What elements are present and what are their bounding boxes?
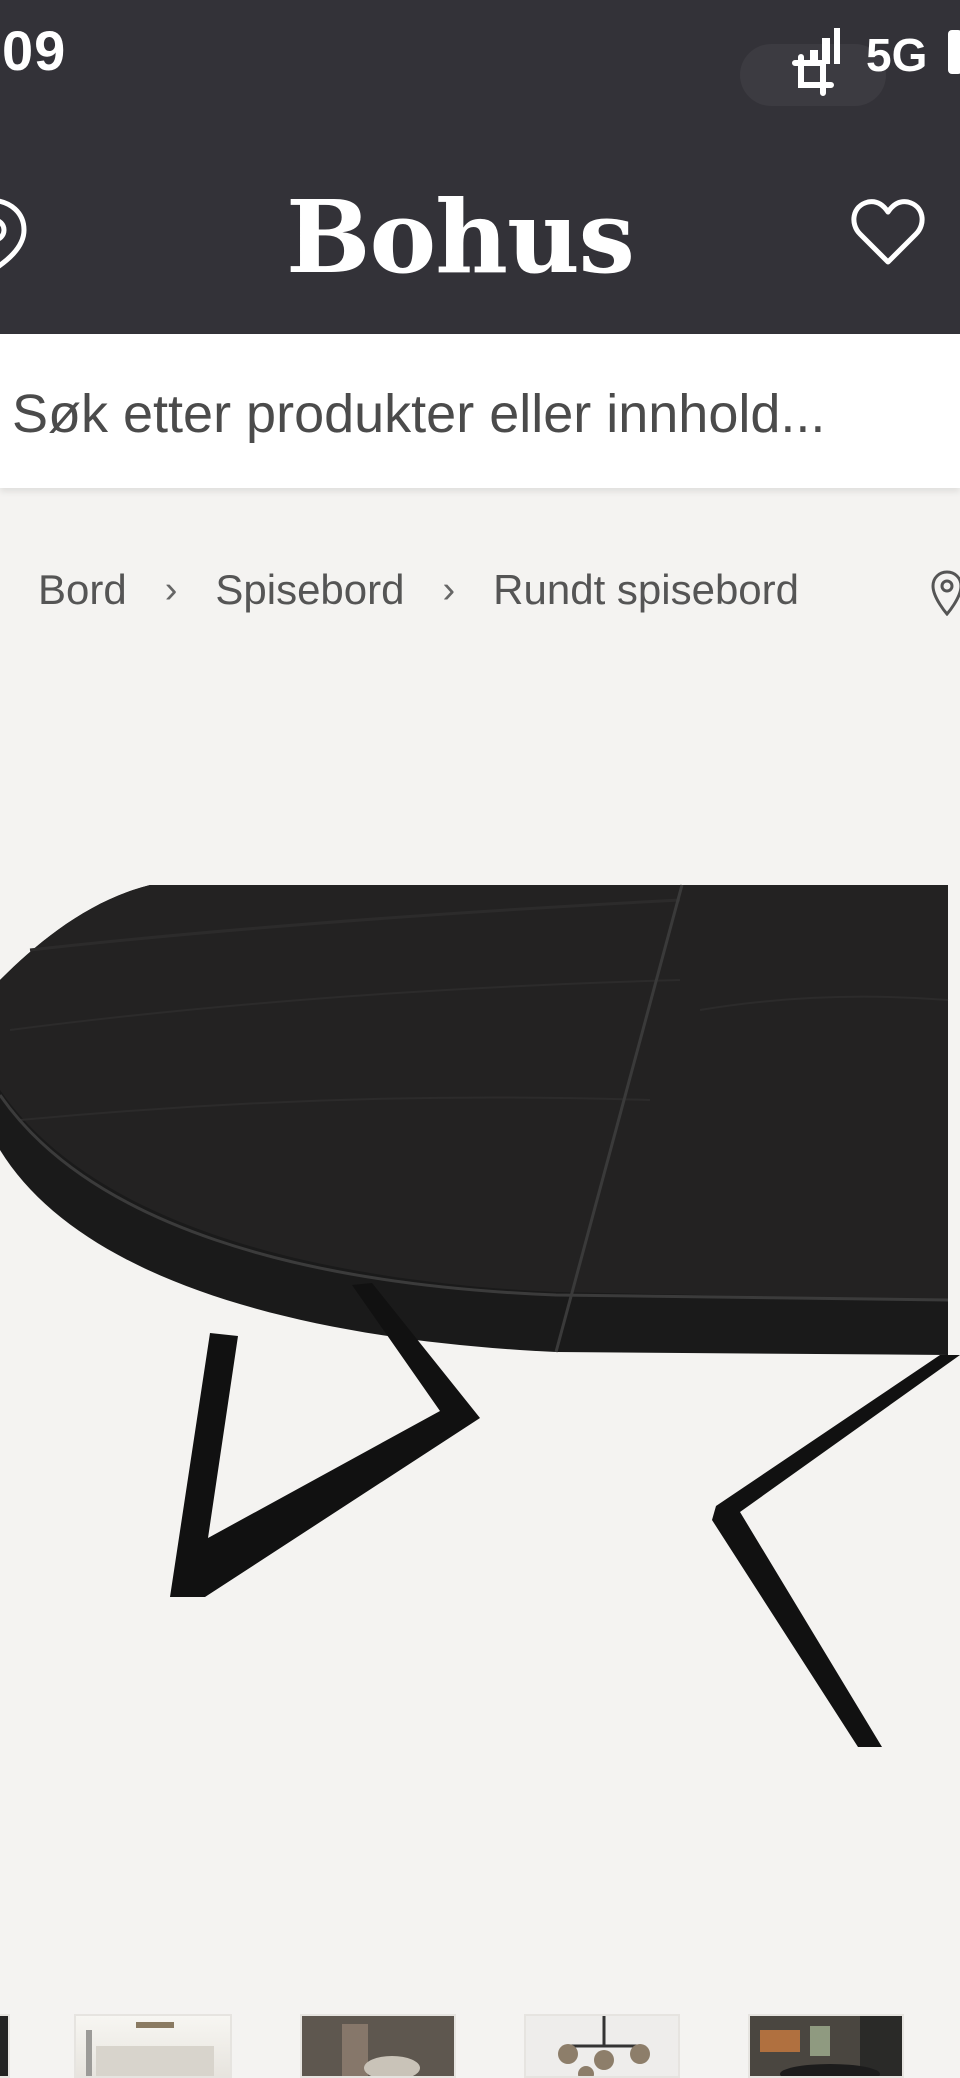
thumbnail-image xyxy=(558,2016,650,2076)
search-input[interactable] xyxy=(12,374,952,454)
gallery-thumbnail[interactable] xyxy=(300,2014,456,2078)
gallery-thumbnail[interactable] xyxy=(74,2014,232,2078)
breadcrumb: Bord › Spisebord › Rundt spisebord xyxy=(38,560,799,620)
chevron-right-icon: › xyxy=(164,568,178,611)
status-time: 09 xyxy=(2,19,67,82)
thumbnail-image xyxy=(750,2016,902,2076)
gallery-thumbnail[interactable] xyxy=(524,2014,680,2078)
search-bar xyxy=(0,334,960,488)
breadcrumb-item-rundt-spisebord[interactable]: Rundt spisebord xyxy=(493,566,799,614)
battery-icon xyxy=(948,30,960,74)
signal-icon xyxy=(810,28,840,64)
breadcrumb-item-spisebord[interactable]: Spisebord xyxy=(215,566,404,614)
gallery-thumbnail[interactable] xyxy=(748,2014,904,2078)
product-image[interactable] xyxy=(0,860,960,1760)
gallery-thumbnail[interactable] xyxy=(0,2014,10,2078)
app-header: 09 5G Bohus xyxy=(0,0,960,334)
brand-logo[interactable]: Bohus xyxy=(0,178,920,296)
breadcrumb-item-bord[interactable]: Bord xyxy=(38,566,127,614)
thumbnail-image xyxy=(86,2022,214,2076)
network-label: 5G xyxy=(866,29,928,81)
chevron-right-icon: › xyxy=(442,568,456,611)
heart-icon[interactable] xyxy=(850,196,926,268)
thumbnail-image xyxy=(302,2016,454,2076)
store-location-icon[interactable] xyxy=(930,570,960,616)
